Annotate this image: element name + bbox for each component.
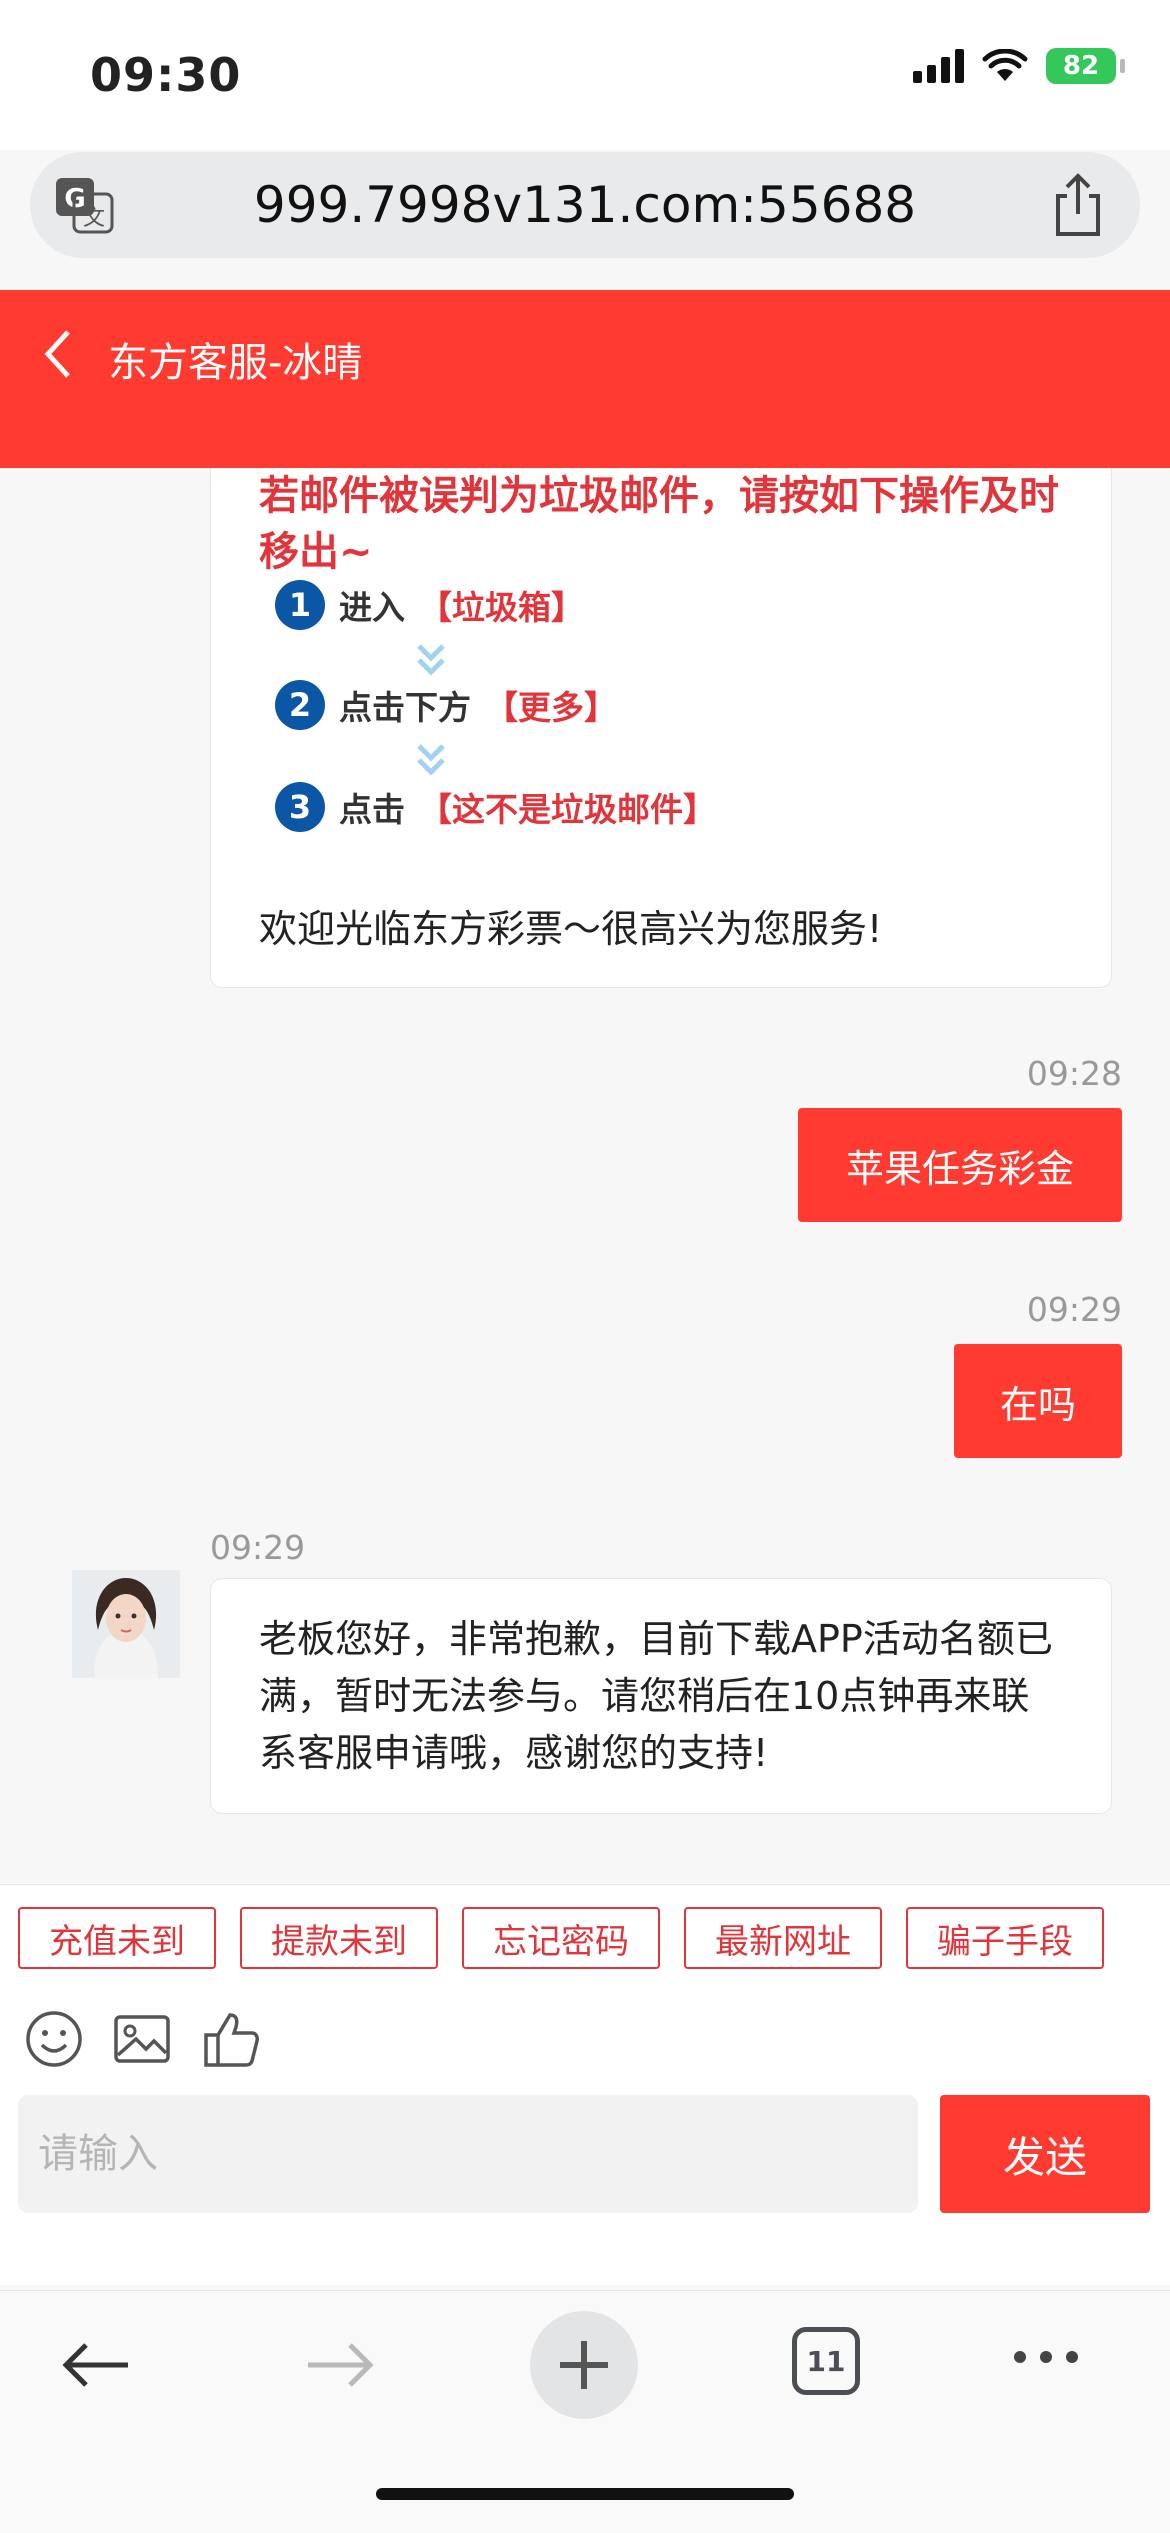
spam-warning-text: 若邮件被误判为垃圾邮件，请按如下操作及时移出~ bbox=[259, 473, 1059, 575]
share-icon[interactable] bbox=[1050, 172, 1106, 238]
step-prefix: 点击下方 bbox=[339, 688, 471, 727]
incoming-message: 老板您好，非常抱歉，目前下载APP活动名额已满，暂时无法参与。请您稍后在10点钟… bbox=[210, 1578, 1112, 1814]
outgoing-message: 在吗 bbox=[954, 1344, 1122, 1458]
battery-indicator: 82 bbox=[1046, 48, 1125, 84]
chevron-down-icon bbox=[417, 644, 445, 676]
quick-reply-button[interactable]: 充值未到 bbox=[18, 1907, 216, 1969]
message-input[interactable] bbox=[18, 2095, 918, 2213]
chat-header: 东方客服-冰晴 bbox=[0, 290, 1170, 468]
message-timestamp: 09:29 bbox=[1026, 1290, 1122, 1329]
emoji-icon[interactable] bbox=[24, 2009, 84, 2069]
home-indicator bbox=[376, 2488, 794, 2500]
composer: 充值未到 提款未到 忘记密码 最新网址 骗子手段 发送 bbox=[0, 1884, 1170, 2285]
status-time: 09:30 bbox=[90, 48, 242, 102]
wifi-icon bbox=[982, 49, 1028, 81]
status-bar: 09:30 82 bbox=[0, 0, 1170, 150]
step-number: 1 bbox=[275, 580, 325, 630]
message-timestamp: 09:28 bbox=[1026, 1054, 1122, 1093]
step-number: 2 bbox=[275, 680, 325, 730]
welcome-text: 欢迎光临东方彩票～很高兴为您服务! bbox=[259, 907, 883, 951]
cellular-signal-icon bbox=[913, 49, 964, 83]
more-icon[interactable] bbox=[1010, 2345, 1082, 2369]
step-2: 2 点击下方 【更多】 bbox=[275, 680, 617, 730]
step-highlight: 【更多】 bbox=[485, 688, 617, 727]
send-button[interactable]: 发送 bbox=[940, 2095, 1150, 2213]
plus-icon bbox=[560, 2341, 608, 2389]
step-3: 3 点击 【这不是垃圾邮件】 bbox=[275, 782, 716, 832]
battery-level: 82 bbox=[1062, 51, 1100, 81]
outgoing-message: 苹果任务彩金 bbox=[798, 1108, 1122, 1222]
tabs-button[interactable]: 11 bbox=[792, 2327, 860, 2395]
image-icon[interactable] bbox=[112, 2009, 172, 2069]
system-icons: 82 bbox=[913, 48, 1125, 84]
welcome-card: 若邮件被误判为垃圾邮件，请按如下操作及时移出~ 1 进入 【垃圾箱】 2 点击下方… bbox=[210, 468, 1112, 988]
message-timestamp: 09:29 bbox=[210, 1528, 306, 1567]
agent-avatar bbox=[72, 1570, 180, 1678]
back-icon[interactable] bbox=[38, 326, 76, 382]
address-bar[interactable]: G 文 999.7998v131.com:55688 bbox=[30, 152, 1140, 258]
url-text[interactable]: 999.7998v131.com:55688 bbox=[30, 176, 1140, 234]
step-number: 3 bbox=[275, 782, 325, 832]
step-prefix: 进入 bbox=[339, 588, 405, 627]
quick-reply-button[interactable]: 骗子手段 bbox=[906, 1907, 1104, 1969]
new-tab-button[interactable] bbox=[530, 2311, 638, 2419]
step-highlight: 【这不是垃圾邮件】 bbox=[419, 790, 716, 829]
quick-reply-button[interactable]: 忘记密码 bbox=[462, 1907, 660, 1969]
arrow-right-icon[interactable] bbox=[300, 2335, 380, 2395]
thumbs-up-icon[interactable] bbox=[202, 2009, 262, 2069]
arrow-left-icon[interactable] bbox=[56, 2335, 136, 2395]
quick-reply-button[interactable]: 提款未到 bbox=[240, 1907, 438, 1969]
step-prefix: 点击 bbox=[339, 790, 405, 829]
chat-title: 东方客服-冰晴 bbox=[108, 340, 363, 386]
step-highlight: 【垃圾箱】 bbox=[419, 588, 584, 627]
chevron-down-icon bbox=[417, 744, 445, 776]
quick-reply-button[interactable]: 最新网址 bbox=[684, 1907, 882, 1969]
step-1: 1 进入 【垃圾箱】 bbox=[275, 580, 584, 630]
